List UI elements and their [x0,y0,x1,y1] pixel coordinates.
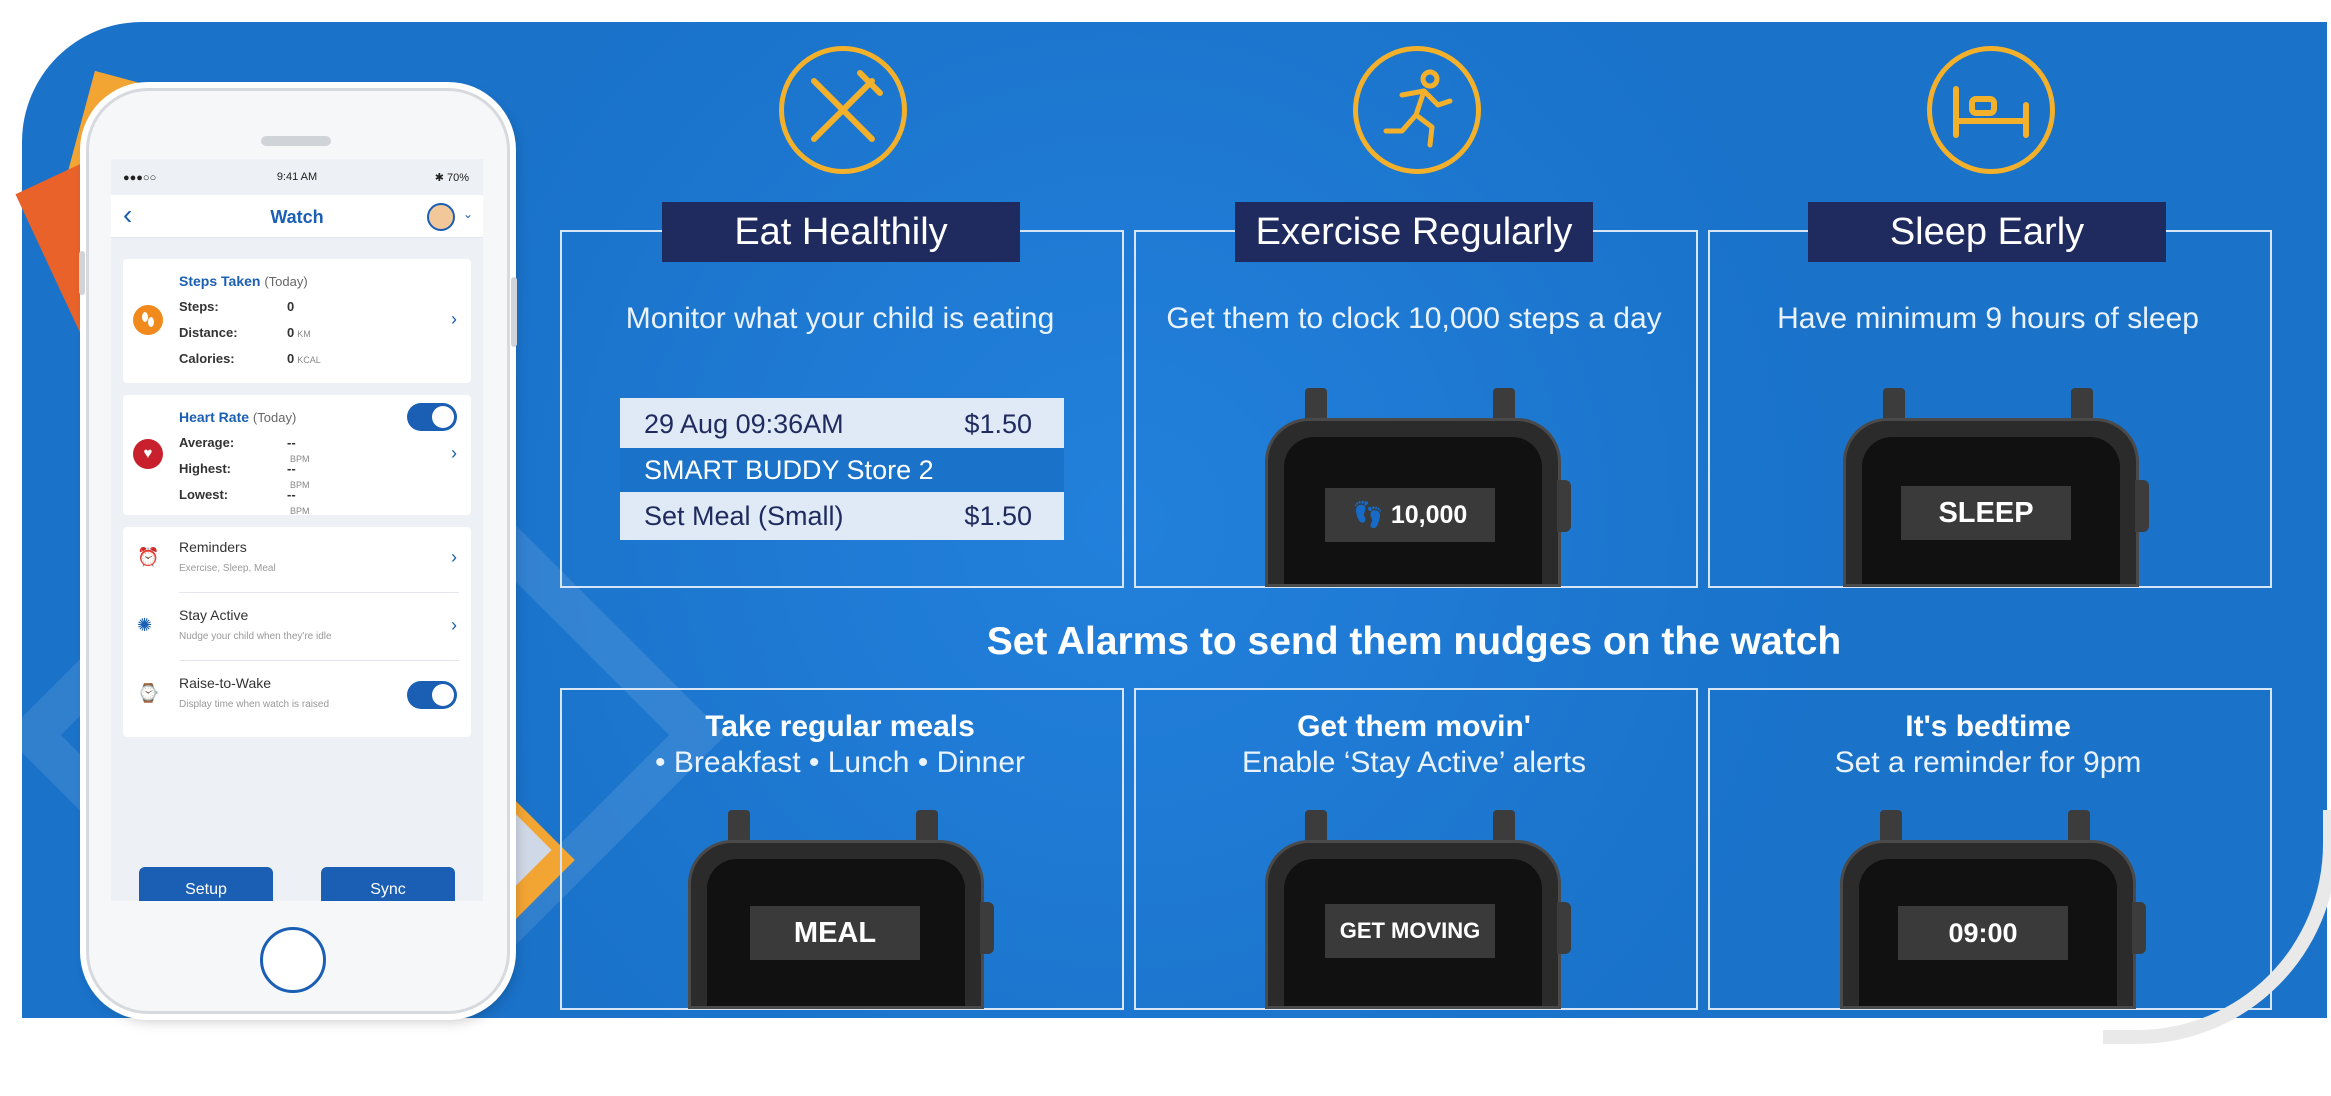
receipt-row: Set Meal (Small) $1.50 [644,501,1032,531]
chevron-right-icon[interactable]: › [451,309,457,330]
watch-get-moving: GET MOVING [1265,810,1575,1009]
eat-subtitle: Monitor what your child is eating [625,302,1055,335]
calories-row: Calories: 0 KCAL [179,351,321,366]
movin-alarm-subtitle: Enable ‘Stay Active’ alerts [1241,746,1587,779]
phone-mockup: ●●●○○ 9:41 AM ✱ 70% ‹ Watch ⌄ Steps Take… [79,88,517,1014]
setup-button[interactable]: Setup [139,867,273,901]
status-bar: ●●●○○ 9:41 AM ✱ 70% [111,159,483,195]
watch-sleep: SLEEP [1843,388,2153,587]
heart-rate-card[interactable]: ♥ Heart Rate (Today) Average: --BPM High… [123,395,471,516]
footprint-icon [133,305,163,335]
running-icon: ✺ [137,615,153,635]
list-item-subtitle: Exercise, Sleep, Meal [179,563,276,574]
phone-screen: ●●●○○ 9:41 AM ✱ 70% ‹ Watch ⌄ Steps Take… [111,159,483,901]
list-item-raise-to-wake[interactable]: ⌚ Raise-to-Wake Display time when watch … [123,663,471,729]
steps-card[interactable]: Steps Taken (Today) Steps: 0 Distance: 0… [123,259,471,383]
steps-row: Steps: 0 [179,299,295,314]
alarm-icon: ⏰ [137,547,160,567]
phone-side-button [511,277,517,347]
watch-steps: 👣 10,000 [1265,388,1575,587]
heart-rate-toggle[interactable] [407,403,457,431]
avatar[interactable] [427,203,455,231]
banner-sleep-early: Sleep Early [1808,202,2166,262]
phone-volume-button [79,251,85,295]
battery-indicator: ✱ 70% [434,172,469,184]
footprints-icon: 👣 [1352,501,1384,529]
list-item-reminders[interactable]: ⏰ Reminders Exercise, Sleep, Meal › [123,527,471,593]
list-item-subtitle: Nudge your child when they're idle [179,631,332,642]
distance-row: Distance: 0 KM [179,325,311,340]
purchase-receipt: 29 Aug 09:36AM $1.50 SMART BUDDY Store 2 … [620,398,1064,540]
list-item-subtitle: Display time when watch is raised [179,699,330,710]
raise-to-wake-toggle[interactable] [407,681,457,709]
receipt-row: SMART BUDDY Store 2 [620,448,1064,492]
meal-alarm-title: Take regular meals [705,710,975,743]
runner-icon [1353,46,1481,174]
watch-display: 👣 10,000 [1325,488,1495,542]
chevron-right-icon[interactable]: › [451,615,457,636]
watch-display: SLEEP [1901,486,2071,540]
average-row: Average: --BPM [179,435,310,464]
banner-eat-healthily: Eat Healthily [662,202,1020,262]
alarms-headline: Set Alarms to send them nudges on the wa… [986,620,1842,663]
exercise-subtitle: Get them to clock 10,000 steps a day [1166,302,1662,335]
bed-icon [1927,46,2055,174]
settings-list: ⏰ Reminders Exercise, Sleep, Meal › ✺ St… [123,527,471,737]
fork-knife-icon [779,46,907,174]
bedtime-alarm-subtitle: Set a reminder for 9pm [1834,746,2142,779]
wrist-icon: ⌚ [137,683,160,703]
chevron-down-icon[interactable]: ⌄ [463,207,473,221]
steps-card-title: Steps Taken (Today) [179,273,308,289]
banner-exercise-regularly: Exercise Regularly [1235,202,1593,262]
list-item-title: Stay Active [179,607,249,623]
list-item-title: Raise-to-Wake [179,675,272,691]
status-time: 9:41 AM [276,171,318,183]
list-item-stay-active[interactable]: ✺ Stay Active Nudge your child when they… [123,595,471,661]
heart-icon: ♥ [133,439,163,469]
heart-card-title: Heart Rate (Today) [179,409,297,425]
home-button[interactable] [260,927,326,993]
phone-speaker [261,136,331,146]
watch-display: GET MOVING [1325,904,1495,958]
receipt-row: 29 Aug 09:36AM $1.50 [644,409,1032,439]
meal-alarm-subtitle: • Breakfast • Lunch • Dinner [654,746,1026,779]
watch-display: MEAL [750,906,920,960]
chevron-right-icon[interactable]: › [451,547,457,568]
list-item-title: Reminders [179,539,247,555]
highest-row: Highest: --BPM [179,461,310,490]
lowest-row: Lowest: --BPM [179,487,310,516]
bedtime-alarm-title: It's bedtime [1905,710,2071,743]
sync-button[interactable]: Sync [321,867,455,901]
watch-display: 09:00 [1898,906,2068,960]
nav-bar: ‹ Watch ⌄ [111,195,483,238]
chevron-right-icon[interactable]: › [451,443,457,464]
sleep-subtitle: Have minimum 9 hours of sleep [1777,302,2199,335]
movin-alarm-title: Get them movin' [1297,710,1531,743]
watch-meal: MEAL [688,810,998,1009]
infographic-frame: ●●●○○ 9:41 AM ✱ 70% ‹ Watch ⌄ Steps Take… [0,0,2331,1096]
